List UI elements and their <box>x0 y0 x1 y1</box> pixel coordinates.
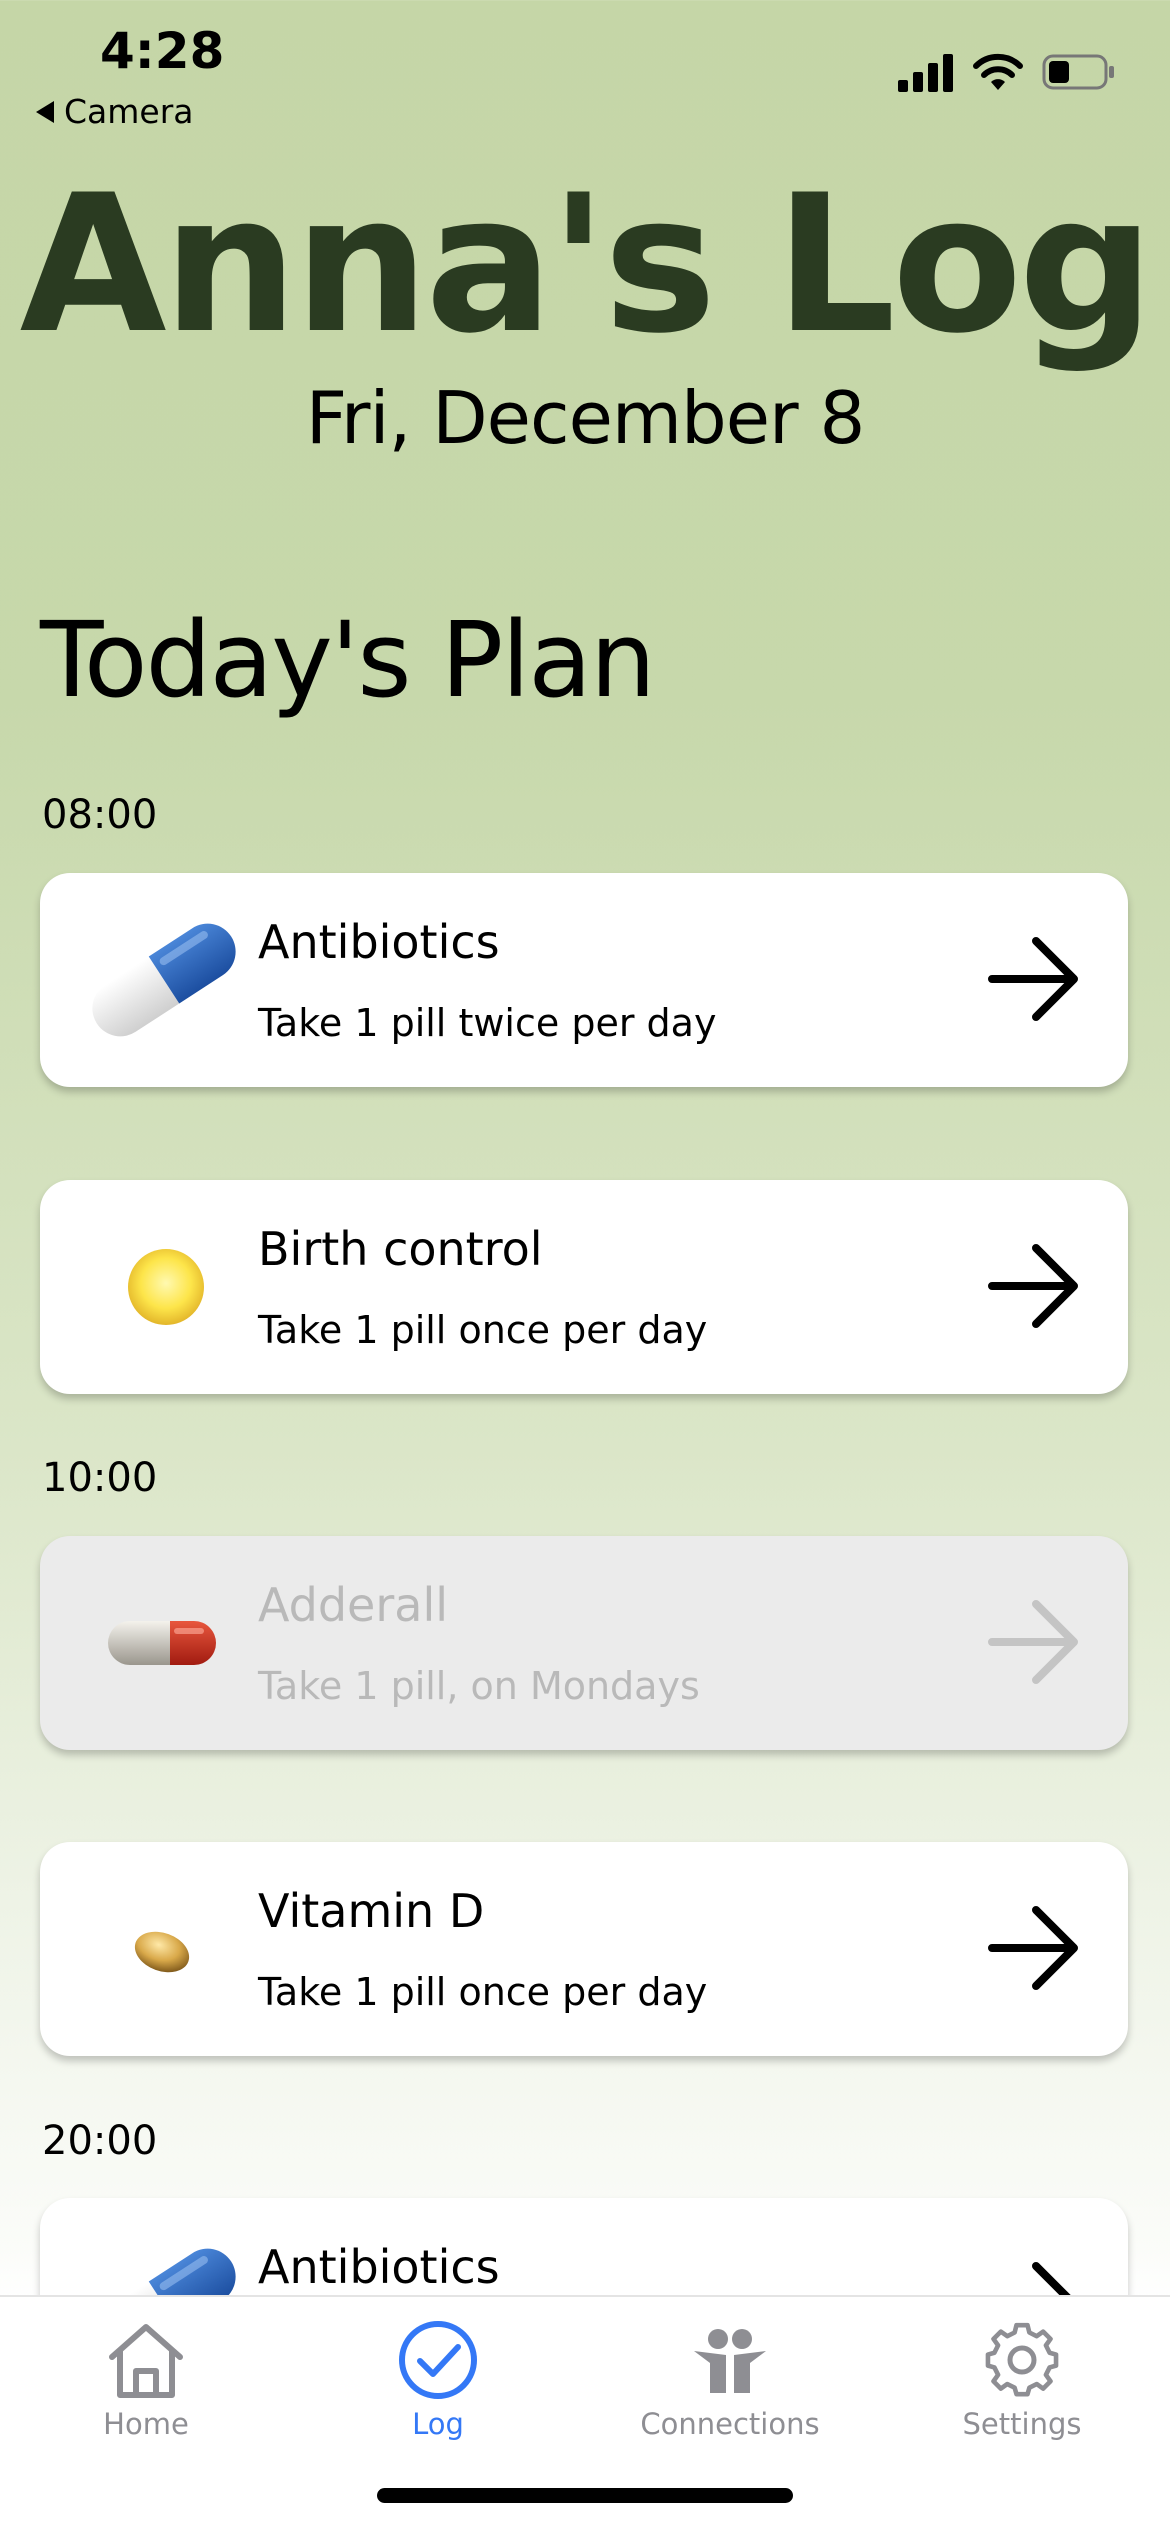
cellular-signal-icon <box>898 54 953 92</box>
medication-name: Adderall <box>258 1578 449 1632</box>
battery-icon <box>1042 54 1114 90</box>
tab-connections-label: Connections <box>640 2407 820 2441</box>
arrow-right-icon[interactable] <box>984 929 1084 1029</box>
section-title: Today's Plan <box>40 599 656 721</box>
status-time: 4:28 <box>100 22 225 80</box>
medication-card-antibiotics[interactable]: Antibiotics Take 1 pill twice per day <box>40 873 1128 1087</box>
wifi-icon <box>973 53 1023 90</box>
checkmark-circle-icon <box>399 2321 477 2399</box>
medication-name: Birth control <box>258 1222 543 1276</box>
medication-dose: Take 1 pill twice per day <box>258 1001 717 1045</box>
time-slot-label: 20:00 <box>42 2118 158 2164</box>
gear-icon <box>985 2322 1059 2397</box>
medication-card-vitamin-d[interactable]: Vitamin D Take 1 pill once per day <box>40 1842 1128 2056</box>
tab-home[interactable]: Home <box>0 2297 292 2457</box>
time-slot-label: 10:00 <box>42 1455 158 1501</box>
arrow-right-icon[interactable] <box>984 1236 1084 1336</box>
medication-card-adderall[interactable]: Adderall Take 1 pill, on Mondays <box>40 1536 1128 1750</box>
back-to-camera-link[interactable]: Camera <box>36 92 194 131</box>
medication-name: Antibiotics <box>258 915 500 969</box>
status-icons <box>898 52 1116 92</box>
tab-home-label: Home <box>103 2407 189 2441</box>
medication-card-birth-control[interactable]: Birth control Take 1 pill once per day <box>40 1180 1128 1394</box>
amber-softgel-icon <box>134 1931 190 1973</box>
medication-dose: Take 1 pill, on Mondays <box>258 1664 700 1708</box>
arrow-right-icon[interactable] <box>984 1592 1084 1692</box>
tab-connections[interactable]: Connections <box>584 2297 876 2457</box>
page-title: Anna's Log <box>19 154 1155 375</box>
yellow-round-pill-icon <box>128 1249 204 1325</box>
current-date: Fri, December 8 <box>305 376 866 460</box>
medication-name: Antibiotics <box>258 2240 500 2294</box>
house-icon <box>109 2324 183 2398</box>
medication-dose: Take 1 pill once per day <box>258 1308 708 1352</box>
tab-settings-label: Settings <box>962 2407 1082 2441</box>
people-icon <box>694 2329 766 2393</box>
medication-dose: Take 1 pill once per day <box>258 1970 708 2014</box>
home-indicator[interactable] <box>377 2488 793 2503</box>
red-white-capsule-icon <box>108 1621 216 1665</box>
back-arrow-icon <box>36 100 54 123</box>
blue-white-capsule-icon <box>92 923 236 1037</box>
arrow-right-icon[interactable] <box>984 1898 1084 1998</box>
time-slot-label: 08:00 <box>42 792 158 838</box>
medication-name: Vitamin D <box>258 1884 485 1938</box>
tab-log-label: Log <box>412 2407 464 2441</box>
tab-settings[interactable]: Settings <box>876 2297 1168 2457</box>
back-link-label: Camera <box>64 92 194 131</box>
tab-log[interactable]: Log <box>292 2297 584 2457</box>
